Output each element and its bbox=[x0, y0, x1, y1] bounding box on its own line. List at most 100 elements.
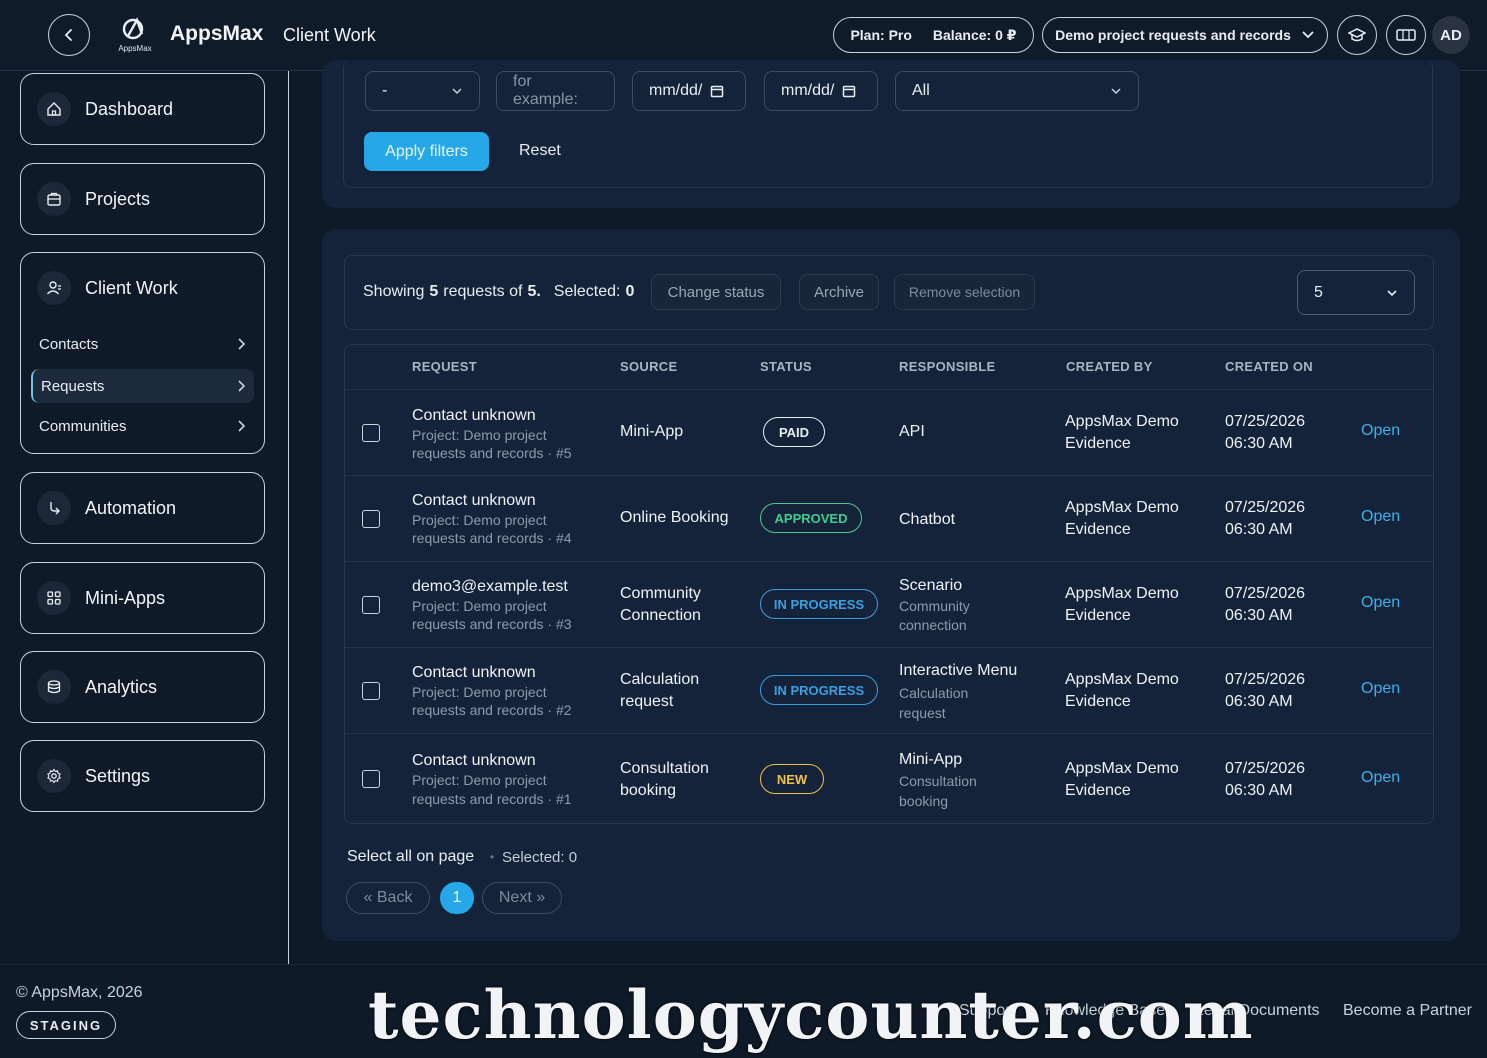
archive-button[interactable]: Archive bbox=[799, 274, 879, 310]
selected-label: Selected: bbox=[553, 283, 621, 300]
open-link[interactable]: Open bbox=[1361, 594, 1400, 612]
showing-count: 5 bbox=[429, 283, 439, 300]
open-link[interactable]: Open bbox=[1361, 422, 1400, 440]
source: Connection bbox=[620, 607, 701, 624]
apply-filters-button[interactable]: Apply filters bbox=[364, 132, 489, 171]
row-checkbox[interactable] bbox=[362, 770, 380, 788]
showing-prefix: Showing bbox=[363, 283, 425, 300]
sidebar-item-client-work[interactable]: Client Work Contacts Requests Communitie… bbox=[20, 252, 265, 454]
page-size-value: 5 bbox=[1314, 283, 1323, 301]
created-by: AppsMax Demo bbox=[1065, 413, 1179, 430]
created-date: 07/25/2026 bbox=[1225, 413, 1306, 430]
source: Mini-App bbox=[620, 423, 684, 440]
created-date: 07/25/2026 bbox=[1225, 499, 1306, 516]
chevron-down-icon bbox=[1387, 289, 1397, 296]
table-row[interactable]: Contact unknown Project: Demo project re… bbox=[345, 475, 1433, 561]
reset-button[interactable]: Reset bbox=[519, 142, 561, 160]
row-checkbox[interactable] bbox=[362, 596, 380, 614]
sidebar-item-label: Client Work bbox=[85, 277, 178, 298]
bottom-selected-count: Selected: 0 bbox=[502, 849, 578, 866]
sidebar-subitem-contacts[interactable]: Contacts bbox=[31, 327, 254, 361]
sidebar-item-label: Automation bbox=[85, 497, 177, 518]
filter-select-value: - bbox=[382, 82, 388, 99]
created-time: 06:30 AM bbox=[1225, 693, 1293, 710]
ticket-icon bbox=[1396, 29, 1416, 41]
status-badge: PAID bbox=[763, 417, 825, 447]
open-link[interactable]: Open bbox=[1361, 680, 1400, 698]
user-icon bbox=[37, 271, 71, 305]
change-status-button[interactable]: Change status bbox=[651, 274, 781, 310]
row-checkbox[interactable] bbox=[362, 510, 380, 528]
row-checkbox[interactable] bbox=[362, 424, 380, 442]
sidebar-item-automation[interactable]: Automation bbox=[20, 472, 265, 544]
source: Calculation bbox=[620, 671, 700, 688]
created-by: Evidence bbox=[1065, 607, 1131, 624]
source: Community bbox=[620, 585, 701, 602]
source: Online Booking bbox=[620, 509, 729, 526]
created-by: Evidence bbox=[1065, 693, 1131, 710]
col-header-source: SOURCE bbox=[620, 359, 678, 374]
pagination-back-button[interactable]: « Back bbox=[346, 882, 430, 914]
row-checkbox[interactable] bbox=[362, 682, 380, 700]
sidebar-item-projects[interactable]: Projects bbox=[20, 163, 265, 235]
project-selector[interactable]: Demo project requests and records bbox=[1042, 17, 1328, 53]
date-to-field[interactable]: mm/dd/ bbox=[764, 71, 878, 111]
logo-caption: AppsMax bbox=[118, 44, 152, 53]
showing-total: 5. bbox=[527, 283, 541, 300]
responsible-sub: Calculation bbox=[899, 685, 969, 701]
table-row[interactable]: Contact unknown Project: Demo project re… bbox=[345, 647, 1433, 733]
ticket-button[interactable] bbox=[1386, 15, 1426, 55]
open-link[interactable]: Open bbox=[1361, 508, 1400, 526]
search-input[interactable]: for example: bbox=[496, 71, 615, 111]
created-by: Evidence bbox=[1065, 435, 1131, 452]
table-row[interactable]: Contact unknown Project: Demo project re… bbox=[345, 733, 1433, 823]
gear-icon bbox=[37, 759, 71, 793]
request-title: Contact unknown bbox=[412, 752, 536, 769]
filter-select[interactable]: - bbox=[365, 71, 480, 111]
sidebar-item-settings[interactable]: Settings bbox=[20, 740, 265, 812]
chevron-down-icon bbox=[1111, 88, 1121, 95]
brand-name: AppsMax bbox=[170, 22, 264, 45]
open-link[interactable]: Open bbox=[1361, 769, 1400, 787]
graduation-cap-icon bbox=[1348, 28, 1366, 42]
sidebar-item-label: Analytics bbox=[85, 676, 158, 697]
graduation-button[interactable] bbox=[1337, 15, 1377, 55]
filters-panel bbox=[322, 60, 1460, 208]
select-all-on-page[interactable]: Select all on page bbox=[347, 848, 474, 866]
table-row[interactable]: Contact unknown Project: Demo project re… bbox=[345, 389, 1433, 475]
sidebar-subitem-requests[interactable]: Requests bbox=[31, 369, 254, 403]
sidebar-item-label: Settings bbox=[85, 765, 151, 786]
avatar[interactable]: AD bbox=[1432, 16, 1470, 54]
logo[interactable]: AppsMax bbox=[112, 12, 158, 58]
responsible-sub: request bbox=[899, 705, 946, 721]
sidebar-item-label: Mini-Apps bbox=[85, 587, 166, 608]
sidebar-item-mini-apps[interactable]: Mini-Apps bbox=[20, 562, 265, 634]
remove-selection-button[interactable]: Remove selection bbox=[894, 274, 1035, 310]
pagination-page-1[interactable]: 1 bbox=[440, 882, 474, 914]
request-sub: Project: Demo project bbox=[412, 512, 547, 528]
created-time: 06:30 AM bbox=[1225, 782, 1293, 799]
status-filter-select[interactable]: All bbox=[895, 71, 1139, 111]
sidebar-subitem-communities[interactable]: Communities bbox=[31, 409, 254, 443]
calendar-icon bbox=[843, 85, 856, 98]
pagination-next-button[interactable]: Next » bbox=[482, 882, 562, 914]
briefcase-icon bbox=[37, 182, 71, 216]
source: request bbox=[620, 693, 674, 710]
back-button[interactable] bbox=[48, 14, 90, 56]
sidebar-item-dashboard[interactable]: Dashboard bbox=[20, 73, 265, 145]
page-size-select[interactable]: 5 bbox=[1297, 270, 1415, 315]
status-badge: IN PROGRESS bbox=[760, 675, 878, 705]
date-from-field[interactable]: mm/dd/ bbox=[632, 71, 746, 111]
footer-link-partner[interactable]: Become a Partner bbox=[1343, 1002, 1472, 1020]
table-row[interactable]: demo3@example.test Project: Demo project… bbox=[345, 561, 1433, 647]
sidebar-item-analytics[interactable]: Analytics bbox=[20, 651, 265, 723]
plan-balance-pill[interactable]: Plan: Pro Balance: 0 ₽ bbox=[833, 17, 1034, 53]
request-title: demo3@example.test bbox=[412, 578, 568, 595]
selected-count: 0 bbox=[625, 283, 635, 300]
request-sub: requests and records · #5 bbox=[412, 445, 572, 461]
home-icon bbox=[37, 92, 71, 126]
chevron-down-icon bbox=[1302, 31, 1314, 39]
request-title: Contact unknown bbox=[412, 492, 536, 509]
page-title: Client Work bbox=[283, 25, 376, 45]
created-by: AppsMax Demo bbox=[1065, 585, 1179, 602]
